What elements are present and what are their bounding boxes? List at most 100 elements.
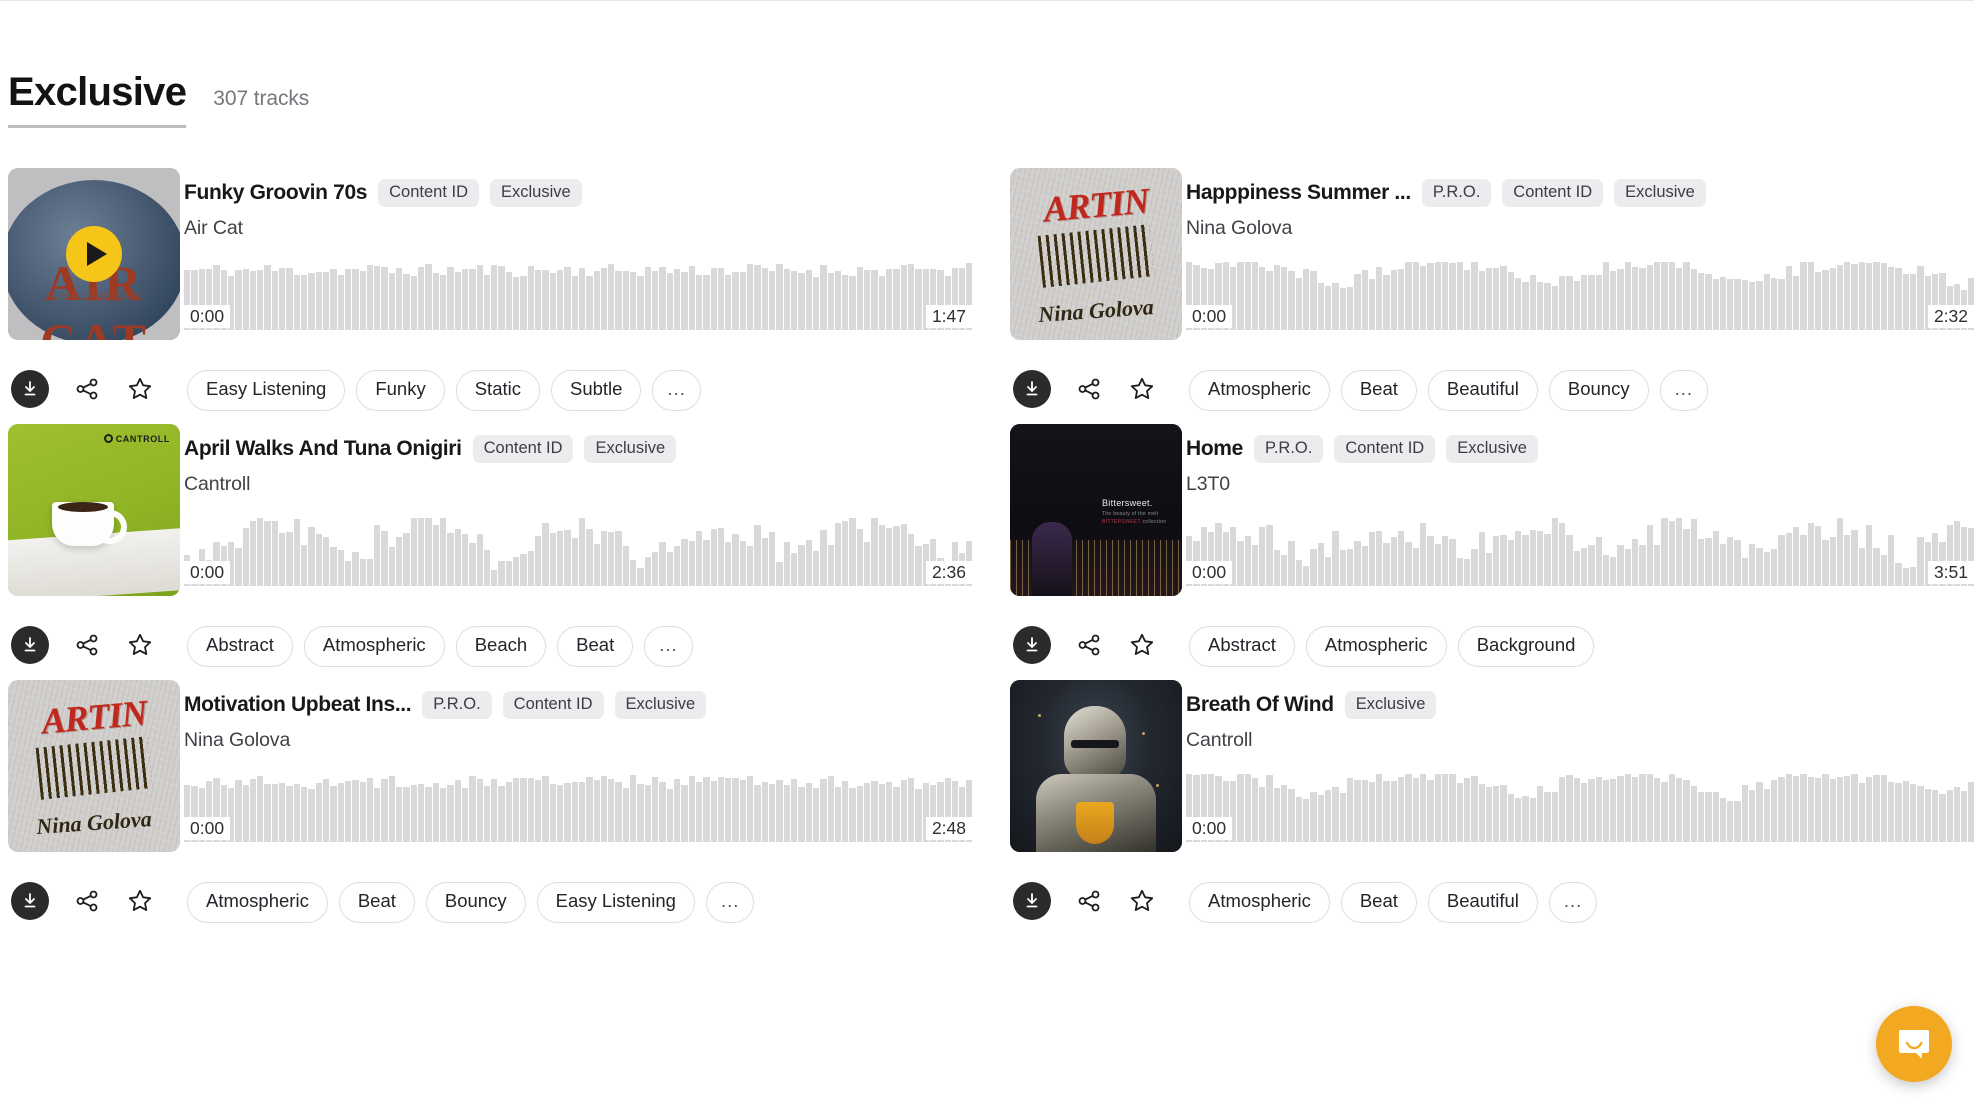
waveform-bars[interactable] [1186, 262, 1974, 330]
track-artist[interactable]: Nina Golova [1186, 217, 1974, 240]
more-tags-button[interactable]: ... [652, 370, 701, 411]
tag-pill[interactable]: Funky [356, 370, 445, 411]
track-title[interactable]: April Walks And Tuna Onigiri [184, 437, 462, 461]
badge-group: Content ID Exclusive [378, 179, 582, 207]
track-title[interactable]: Home [1186, 437, 1243, 461]
status-badge: P.R.O. [1253, 435, 1324, 463]
status-badge: P.R.O. [1421, 179, 1492, 207]
status-badge: Content ID [502, 691, 604, 719]
tag-pill[interactable]: Atmospheric [187, 882, 328, 923]
cantroll-cup-cover[interactable]: CANTROLL [8, 424, 180, 596]
status-badge: Exclusive [489, 179, 582, 207]
waveform-bars[interactable] [184, 518, 972, 586]
waveform[interactable]: 0:00 1:47 [184, 262, 972, 330]
tag-pill[interactable]: Bouncy [425, 882, 526, 923]
tag-pill[interactable]: Beat [1340, 370, 1417, 411]
nina-golova-cover[interactable]: ARTIN Nina Golova [8, 680, 180, 852]
waveform-bars[interactable] [1186, 518, 1974, 586]
track-actions [8, 370, 184, 408]
waveform[interactable]: 0:00 [1186, 774, 1974, 842]
more-tags-button[interactable]: ... [1548, 882, 1598, 923]
track-title[interactable]: Motivation Upbeat Ins... [184, 693, 412, 717]
nina-golova-cover[interactable]: ARTIN Nina Golova [1010, 168, 1182, 340]
waveform[interactable]: 0:00 2:48 [184, 774, 972, 842]
download-icon[interactable] [11, 370, 49, 408]
tag-pill[interactable]: Easy Listening [187, 370, 346, 411]
more-tags-button[interactable]: ... [644, 626, 693, 667]
share-icon[interactable] [1074, 630, 1104, 660]
star-icon[interactable] [125, 630, 155, 660]
tag-pill[interactable]: Static [455, 370, 540, 411]
track-row: CANTROLL April Walks And Tuna Onigiri Cont… [0, 424, 1974, 680]
star-icon[interactable] [125, 886, 155, 916]
chat-bubble-icon[interactable] [1876, 1006, 1952, 1082]
download-icon[interactable] [11, 626, 49, 664]
track-title[interactable]: Funky Groovin 70s [184, 181, 367, 205]
download-icon[interactable] [1013, 882, 1051, 920]
knight-cover[interactable] [1010, 680, 1182, 852]
more-tags-button[interactable]: ... [1659, 370, 1709, 411]
track-card[interactable]: Bittersweet. The beauty of the melt BITTER… [1010, 424, 1974, 680]
track-position: 0:00 [184, 304, 231, 328]
share-icon[interactable] [72, 374, 102, 404]
more-tags-button[interactable]: ... [705, 882, 755, 923]
track-artist[interactable]: L3T0 [1186, 473, 1974, 496]
tag-pill[interactable]: Atmospheric [1305, 626, 1447, 667]
track-actions [1010, 626, 1186, 664]
star-icon[interactable] [125, 374, 155, 404]
track-duration: 1:47 [925, 304, 972, 328]
star-icon[interactable] [1127, 886, 1157, 916]
waveform[interactable]: 0:00 2:32 [1186, 262, 1974, 330]
share-icon[interactable] [1074, 886, 1104, 916]
track-artist[interactable]: Cantroll [184, 473, 972, 496]
track-card[interactable]: CANTROLL April Walks And Tuna Onigiri Cont… [8, 424, 972, 680]
track-title[interactable]: Happpiness Summer ... [1186, 181, 1411, 205]
waveform-bars[interactable] [1186, 774, 1974, 842]
tag-pill[interactable]: Bouncy [1548, 370, 1649, 411]
tag-pill[interactable]: Easy Listening [536, 882, 695, 923]
tag-pill[interactable]: Beautiful [1427, 370, 1538, 411]
download-icon[interactable] [11, 882, 49, 920]
track-card[interactable]: AIR CATmusic productionFunky Groovin 70s… [8, 168, 972, 424]
waveform-bars[interactable] [184, 774, 972, 842]
tag-pill[interactable]: Subtle [551, 370, 642, 411]
album-art-block: Bittersweet. The beauty of the melt BITTER… [1010, 424, 1186, 596]
share-icon[interactable] [1074, 374, 1104, 404]
tag-pill[interactable]: Atmospheric [1189, 882, 1330, 923]
track-card[interactable]: ARTIN Nina Golova Motivation Upbeat Ins...… [8, 680, 972, 936]
track-artist[interactable]: Air Cat [184, 217, 972, 240]
tag-pill[interactable]: Beat [557, 626, 634, 667]
download-icon[interactable] [1013, 370, 1051, 408]
status-badge: Content ID [378, 179, 479, 207]
share-icon[interactable] [72, 886, 102, 916]
night-city-cover[interactable]: Bittersweet. The beauty of the melt BITTER… [1010, 424, 1182, 596]
star-icon[interactable] [1127, 630, 1157, 660]
track-card[interactable]: ARTIN Nina Golova Happpiness Summer ... P.R… [1010, 168, 1974, 424]
download-icon[interactable] [1013, 626, 1051, 664]
tag-pill[interactable]: Beautiful [1427, 882, 1538, 923]
tag-pill[interactable]: Abstract [1189, 626, 1295, 667]
tag-pill[interactable]: Atmospheric [1189, 370, 1330, 411]
share-icon[interactable] [72, 630, 102, 660]
waveform[interactable]: 0:00 2:36 [184, 518, 972, 586]
waveform-bars[interactable] [184, 262, 972, 330]
tag-list: Atmospheric Beat Beautiful... [1186, 882, 1598, 923]
play-icon[interactable] [66, 226, 122, 282]
tag-pill[interactable]: Beat [338, 882, 415, 923]
track-card[interactable]: Breath Of Wind Exclusive Cantroll 0:00 Atmos… [1010, 680, 1974, 936]
track-title[interactable]: Breath Of Wind [1186, 693, 1334, 717]
tag-pill[interactable]: Background [1457, 626, 1595, 667]
track-artist[interactable]: Nina Golova [184, 729, 972, 752]
track-artist[interactable]: Cantroll [1186, 729, 1974, 752]
air-cat-cover[interactable]: AIR CATmusic production [8, 168, 180, 340]
tag-pill[interactable]: Beach [455, 626, 547, 667]
tag-list: Atmospheric Beat Beautiful Bouncy... [1186, 370, 1709, 411]
tag-pill[interactable]: Atmospheric [303, 626, 445, 667]
tag-pill[interactable]: Abstract [187, 626, 293, 667]
waveform[interactable]: 0:00 3:51 [1186, 518, 1974, 586]
album-art-block: ARTIN Nina Golova [1010, 168, 1186, 340]
tag-pill[interactable]: Beat [1340, 882, 1417, 923]
track-duration: 2:32 [1927, 304, 1974, 328]
star-icon[interactable] [1127, 374, 1157, 404]
badge-group: P.R.O. Content ID Exclusive [1253, 435, 1538, 463]
